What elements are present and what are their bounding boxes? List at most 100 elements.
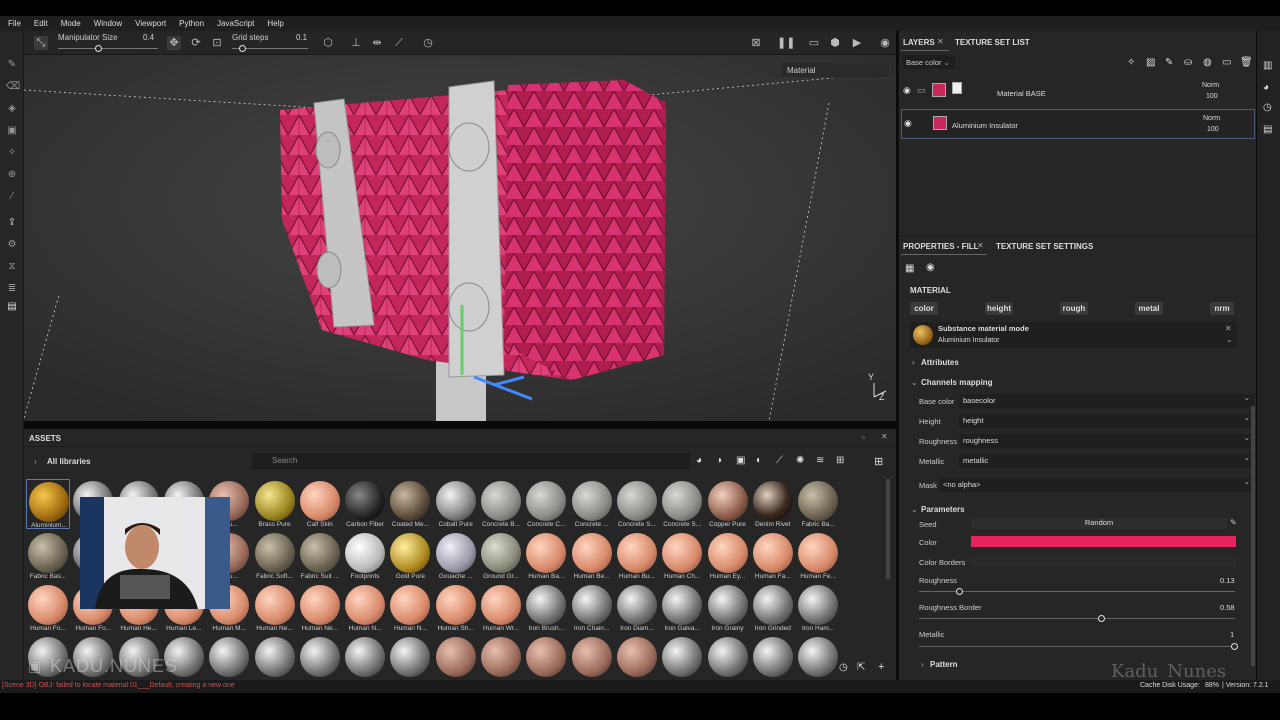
layer-blend-mode[interactable]: Norm bbox=[1203, 115, 1220, 122]
metallic-slider-track[interactable] bbox=[919, 646, 1235, 647]
menu-window[interactable]: Window bbox=[94, 19, 129, 28]
layer-opacity[interactable]: 100 bbox=[1207, 126, 1219, 133]
mask-select[interactable]: <no alpha> bbox=[939, 477, 1254, 492]
asset-tile[interactable]: Footprints bbox=[343, 531, 387, 581]
asset-tile[interactable]: Concrete S... bbox=[660, 479, 704, 529]
mapping-metallic-select[interactable]: metallic bbox=[959, 453, 1254, 468]
add-icon[interactable]: + bbox=[878, 661, 884, 673]
grid-steps-slider-knob[interactable] bbox=[239, 45, 246, 52]
color-swatch[interactable] bbox=[971, 536, 1236, 547]
layers-icon[interactable]: ≣ bbox=[6, 283, 18, 295]
filter-texture-icon[interactable]: ▣ bbox=[736, 455, 745, 466]
asset-tile[interactable]: Calf Skin bbox=[298, 479, 342, 529]
asset-tile[interactable]: Human Sh... bbox=[434, 583, 478, 633]
asset-tile[interactable]: Aluminium... bbox=[26, 479, 70, 529]
asset-tile[interactable]: Human N... bbox=[388, 583, 432, 633]
asset-tile[interactable]: Concrete B... bbox=[479, 479, 523, 529]
menu-viewport[interactable]: Viewport bbox=[135, 19, 173, 28]
add-group-icon[interactable]: ▭ bbox=[1222, 57, 1231, 68]
view-3d-icon[interactable]: ⬢ bbox=[828, 36, 842, 50]
channel-rough-button[interactable]: rough bbox=[1060, 302, 1088, 315]
move-icon[interactable]: ✥ bbox=[167, 36, 181, 50]
manipulator-size-slider-knob[interactable] bbox=[95, 45, 102, 52]
align-icon[interactable]: ⊥ bbox=[349, 36, 363, 50]
filter-brush-icon[interactable]: ⟋ bbox=[776, 455, 783, 466]
log-icon[interactable]: ▤ bbox=[1263, 124, 1272, 135]
paint-brush-icon[interactable]: ✎ bbox=[6, 59, 18, 71]
asset-tile[interactable] bbox=[570, 635, 614, 679]
channels-mapping-section[interactable]: Channels mapping bbox=[921, 378, 993, 387]
pause-icon[interactable]: ❚❚ bbox=[777, 36, 795, 50]
all-libraries-link[interactable]: All libraries bbox=[47, 457, 91, 466]
asset-tile[interactable]: Gouache ... bbox=[434, 531, 478, 581]
asset-tile[interactable]: Human Be... bbox=[570, 531, 614, 581]
metallic-slider-knob[interactable] bbox=[1231, 643, 1238, 650]
layer-blend-mode[interactable]: Norm bbox=[1202, 82, 1219, 89]
asset-tile[interactable]: Concrete C... bbox=[524, 479, 568, 529]
polygon-fill-icon[interactable]: ▣ bbox=[6, 125, 18, 137]
asset-tile[interactable]: Copper Pure bbox=[706, 479, 750, 529]
asset-tile[interactable]: Fabric Soft... bbox=[253, 531, 297, 581]
asset-tile[interactable]: Iron Brush... bbox=[524, 583, 568, 633]
layers-view-icon[interactable]: ▥ bbox=[1263, 60, 1272, 71]
roughness-border-value[interactable]: 0.58 bbox=[1220, 603, 1235, 612]
asset-tile[interactable]: Iron Ham... bbox=[796, 583, 840, 633]
wand-icon[interactable]: ⟋ bbox=[392, 36, 406, 50]
asset-tile[interactable]: Human Bu... bbox=[615, 531, 659, 581]
material-mode-box[interactable]: Substance material mode Aluminium Insula… bbox=[910, 322, 1237, 348]
manipulator-size-slider-track[interactable] bbox=[58, 48, 158, 49]
chevron-right-icon[interactable]: › bbox=[912, 358, 915, 367]
color-picker-icon[interactable]: ⁄ bbox=[6, 191, 18, 203]
asset-tile[interactable]: Fabric Ba... bbox=[796, 479, 840, 529]
menu-mode[interactable]: Mode bbox=[61, 19, 88, 28]
add-effect-icon[interactable]: ✧ bbox=[1127, 57, 1135, 68]
maximize-icon[interactable]: ▫ bbox=[862, 433, 865, 442]
channel-select[interactable]: Base color ⌄ bbox=[903, 55, 955, 69]
color-borders-swatch[interactable] bbox=[971, 556, 1236, 567]
layer-opacity[interactable]: 100 bbox=[1206, 93, 1218, 100]
add-mask-icon[interactable]: ▨ bbox=[1146, 57, 1155, 68]
asset-tile[interactable]: Human Fo... bbox=[26, 583, 70, 633]
asset-tile[interactable] bbox=[298, 635, 342, 679]
export-icon[interactable]: ⇪ bbox=[6, 217, 18, 229]
roughness-border-slider-knob[interactable] bbox=[1098, 615, 1106, 622]
chevron-down-icon[interactable]: ⌄ bbox=[1226, 335, 1233, 344]
asset-tile[interactable] bbox=[479, 635, 523, 679]
tab-layers[interactable]: LAYERS bbox=[903, 38, 935, 47]
chevron-down-icon[interactable]: ⌄ bbox=[911, 505, 918, 514]
viewport-material-select[interactable]: Material bbox=[780, 62, 890, 78]
add-paint-layer-icon[interactable]: ✎ bbox=[1165, 57, 1173, 68]
asset-tile[interactable]: Human Fa... bbox=[751, 531, 795, 581]
delete-layer-icon[interactable]: 🗑 bbox=[1240, 57, 1253, 68]
filter-smart-material-icon[interactable]: ◑ bbox=[716, 455, 722, 466]
hide-icon[interactable]: ⊠ bbox=[749, 36, 763, 50]
channel-nrm-button[interactable]: nrm bbox=[1210, 302, 1234, 315]
symmetry-icon[interactable]: ⇹ bbox=[370, 36, 384, 50]
asset-tile[interactable]: Iron Grainy bbox=[706, 583, 750, 633]
seed-random-button[interactable]: Random bbox=[971, 518, 1227, 529]
asset-tile[interactable]: Fabric Bas... bbox=[26, 531, 70, 581]
3d-viewport[interactable]: Y Z Material bbox=[24, 55, 896, 421]
mapping-roughness-select[interactable]: roughness bbox=[959, 433, 1254, 448]
save-icon[interactable]: ▤ bbox=[6, 301, 18, 313]
tab-texture-set-settings[interactable]: TEXTURE SET SETTINGS bbox=[996, 242, 1093, 251]
remove-material-icon[interactable]: ✕ bbox=[1225, 324, 1232, 333]
channel-metal-button[interactable]: metal bbox=[1135, 302, 1163, 315]
asset-tile[interactable]: Human N... bbox=[343, 583, 387, 633]
asset-tile[interactable] bbox=[388, 635, 432, 679]
layer-row-aluminium-insulator[interactable]: ◉ Aluminium Insulator Norm 100 bbox=[901, 109, 1255, 139]
roughness-slider-track[interactable] bbox=[919, 591, 1235, 592]
fill-properties-icon[interactable]: ▦ bbox=[905, 263, 914, 274]
asset-tile[interactable]: Concrete S... bbox=[615, 479, 659, 529]
tab-properties-fill[interactable]: PROPERTIES - FILL bbox=[903, 242, 979, 251]
view-2d-icon[interactable]: ▭ bbox=[807, 36, 821, 50]
visibility-eye-icon[interactable]: ◉ bbox=[904, 118, 912, 129]
cube-icon[interactable]: ⬡ bbox=[321, 36, 335, 50]
asset-tile[interactable]: Human Fe... bbox=[796, 531, 840, 581]
asset-tile[interactable] bbox=[434, 635, 478, 679]
camera-video-icon[interactable]: ▶ bbox=[850, 36, 864, 50]
assets-search-input[interactable]: Search bbox=[252, 453, 690, 469]
asset-tile[interactable]: Iron Galva... bbox=[660, 583, 704, 633]
close-layers-icon[interactable]: ✕ bbox=[937, 37, 944, 46]
asset-tile[interactable]: Brass Pure bbox=[253, 479, 297, 529]
